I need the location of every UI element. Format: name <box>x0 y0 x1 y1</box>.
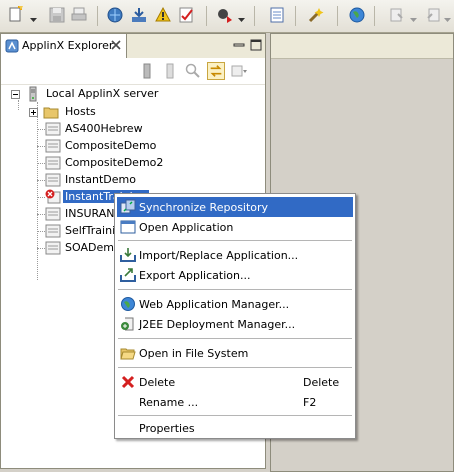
menu-item-label: Export Application... <box>139 269 251 282</box>
forward-dropdown-icon[interactable] <box>444 13 451 22</box>
warning-icon[interactable] <box>154 6 172 24</box>
spellcheck-icon[interactable] <box>178 6 196 24</box>
web-app-manager-icon <box>120 296 136 312</box>
main-toolbar <box>0 0 454 33</box>
wand-icon[interactable] <box>307 6 325 24</box>
tree-item-label: SOADemo <box>65 241 121 254</box>
host-connect-icon[interactable] <box>106 6 124 24</box>
download-icon[interactable] <box>130 6 148 24</box>
menu-item-export-application[interactable]: Export Application... <box>117 265 353 285</box>
shortcut-label: Delete <box>303 376 340 389</box>
menu-item-synchronize-repository[interactable]: Synchronize Repository <box>117 197 353 217</box>
server-disconnect-icon[interactable] <box>161 62 179 80</box>
application-icon <box>45 155 61 171</box>
back-dropdown-icon[interactable] <box>410 13 417 22</box>
globe-icon[interactable] <box>348 6 366 24</box>
export-icon <box>120 267 136 283</box>
menu-item-import-replace-application[interactable]: Import/Replace Application... <box>117 245 353 265</box>
menu-item-label: Open in File System <box>139 347 249 360</box>
context-menu: Synchronize Repository Open Application … <box>114 193 356 439</box>
save-icon[interactable] <box>48 6 66 24</box>
explorer-toolbar <box>1 58 265 85</box>
menu-item-properties[interactable]: Properties <box>117 418 353 438</box>
close-icon[interactable] <box>109 38 123 52</box>
tab-applinx-explorer[interactable]: ApplinX Explorer <box>1 34 127 58</box>
import-icon <box>120 247 136 263</box>
link-with-editor-icon[interactable] <box>207 62 225 80</box>
menu-item-label: Import/Replace Application... <box>139 249 299 262</box>
new-dropdown-icon[interactable] <box>30 13 37 22</box>
new-icon[interactable] <box>7 6 25 24</box>
editor-tab-bar <box>271 34 453 59</box>
menu-item-label: Synchronize Repository <box>139 201 269 214</box>
print-icon[interactable] <box>70 6 88 24</box>
tree-item-label: CompositeDemo <box>65 139 157 152</box>
menu-item-web-application-manager[interactable]: Web Application Manager... <box>117 294 353 314</box>
expand-icon[interactable] <box>29 107 38 117</box>
sync-repository-icon <box>120 199 136 215</box>
search-icon[interactable] <box>184 62 202 80</box>
minimize-icon[interactable] <box>233 39 245 51</box>
menu-item-label: Delete <box>139 376 176 389</box>
menu-item-label: Open Application <box>139 221 234 234</box>
menu-item-label: Properties <box>139 422 195 435</box>
tree-item-label: Hosts <box>65 105 96 118</box>
menu-item-open-in-file-system[interactable]: Open in File System <box>117 343 353 363</box>
explorer-icon <box>4 38 20 54</box>
back-nav-icon[interactable] <box>388 6 406 24</box>
menu-item-label: J2EE Deployment Manager... <box>139 318 296 331</box>
tree-item-label: AS400Hebrew <box>65 122 143 135</box>
open-folder-icon <box>120 345 136 361</box>
tree-item-application[interactable]: CompositeDemo <box>1 137 261 155</box>
forward-nav-icon[interactable] <box>424 6 442 24</box>
application-icon <box>45 138 61 154</box>
application-icon <box>45 121 61 137</box>
tree-item-label: CompositeDemo2 <box>65 156 164 169</box>
menu-item-open-application[interactable]: Open Application <box>117 217 353 237</box>
view-tab-bar: ApplinX Explorer <box>1 34 265 58</box>
menu-item-delete[interactable]: Delete Delete <box>117 372 353 392</box>
application-icon <box>45 223 61 239</box>
menu-item-label: Rename ... <box>139 396 199 409</box>
j2ee-deployment-icon <box>120 316 136 332</box>
tree-item-application[interactable]: CompositeDemo2 <box>1 154 261 172</box>
tree-item-application[interactable]: AS400Hebrew <box>1 120 261 138</box>
application-icon <box>45 206 61 222</box>
server-icon <box>25 86 41 102</box>
open-application-icon <box>120 219 136 235</box>
document-icon[interactable] <box>268 6 286 24</box>
maximize-icon[interactable] <box>250 39 262 51</box>
application-error-icon <box>45 189 61 205</box>
menu-item-label: Web Application Manager... <box>139 298 290 311</box>
menu-item-rename[interactable]: Rename ... F2 <box>117 392 353 412</box>
tree-item-hosts[interactable]: Hosts <box>1 103 261 121</box>
menu-item-j2ee-deployment-manager[interactable]: J2EE Deployment Manager... <box>117 314 353 334</box>
tree-root-label: Local ApplinX server <box>46 87 159 100</box>
run-icon[interactable] <box>215 6 233 24</box>
application-icon <box>45 240 61 256</box>
view-menu-icon[interactable] <box>230 62 248 80</box>
run-dropdown-icon[interactable] <box>238 13 245 22</box>
tab-label: ApplinX Explorer <box>22 39 114 52</box>
shortcut-label: F2 <box>303 396 317 409</box>
tree-item-label: InstantDemo <box>65 173 136 186</box>
tree-item-application[interactable]: InstantDemo <box>1 171 261 189</box>
application-icon <box>45 172 61 188</box>
folder-icon <box>43 104 59 120</box>
collapse-icon[interactable] <box>11 89 20 99</box>
tree-root-server[interactable]: Local ApplinX server <box>7 85 257 103</box>
delete-icon <box>120 374 136 390</box>
server-icon[interactable] <box>138 62 156 80</box>
